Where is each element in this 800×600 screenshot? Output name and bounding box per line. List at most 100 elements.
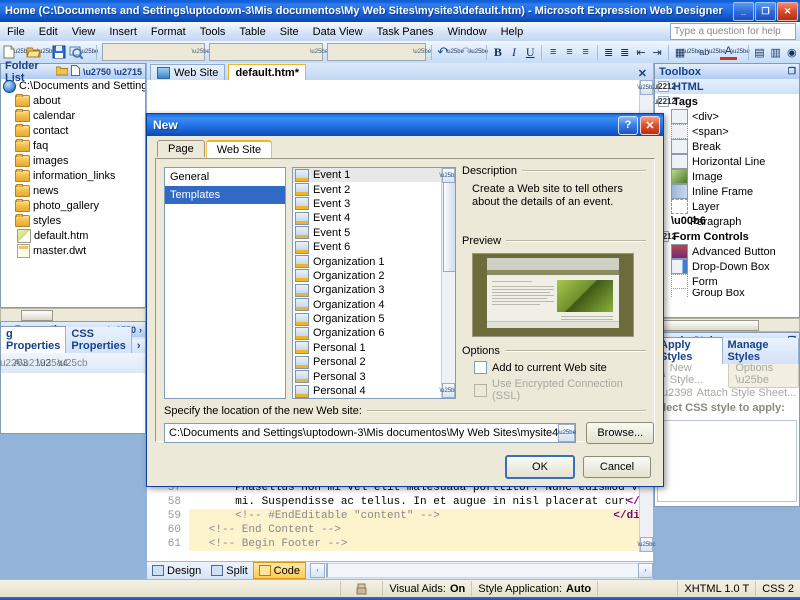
cancel-button[interactable]: Cancel — [583, 456, 651, 478]
template-item[interactable]: Organization 5 — [293, 312, 455, 326]
split-view-button[interactable]: Split — [206, 563, 252, 578]
folder-root-row[interactable]: C:\Documents and Settings\uptodow — [1, 79, 145, 93]
new-folder-icon[interactable] — [55, 66, 69, 78]
scroll-thumb[interactable] — [21, 309, 53, 321]
folder-item-contact[interactable]: contact — [1, 123, 145, 138]
more-tools-icon[interactable]: ◉ — [784, 44, 800, 61]
preview-dropdown-icon[interactable]: \u25be — [80, 44, 98, 61]
menu-item-edit[interactable]: Edit — [32, 24, 65, 40]
close-tab-icon[interactable]: ✕ — [638, 67, 653, 80]
option-add-to-current-site[interactable]: Add to current Web site — [474, 361, 646, 374]
bold-button[interactable]: B — [490, 44, 506, 61]
insert-layer-icon[interactable]: ▥ — [768, 44, 784, 61]
checkbox[interactable] — [474, 361, 487, 374]
restore-icon[interactable]: ❐ — [755, 1, 776, 21]
toolbox-item-layer[interactable]: Layer — [655, 199, 799, 214]
scroll-track[interactable] — [324, 563, 638, 578]
minimize-icon[interactable]: _ — [733, 1, 754, 21]
save-icon[interactable] — [52, 44, 67, 61]
toolbox-item-form[interactable]: Form — [655, 274, 799, 289]
scroll-thumb[interactable] — [325, 563, 328, 577]
toolbox-hscrollbar[interactable] — [654, 318, 800, 332]
menu-item-tools[interactable]: Tools — [193, 24, 233, 40]
category-item-general[interactable]: General — [165, 168, 285, 186]
toolbox-item-image[interactable]: Image — [655, 169, 799, 184]
template-item[interactable]: Personal 4 — [293, 384, 455, 398]
menu-item-insert[interactable]: Insert — [102, 24, 144, 40]
template-item[interactable]: Personal 1 — [293, 341, 455, 355]
tab-apply-styles[interactable]: Apply Styles — [655, 337, 723, 364]
align-left-icon[interactable]: ≡ — [545, 44, 561, 61]
menu-item-task-panes[interactable]: Task Panes — [370, 24, 441, 40]
toolbox-item-dropdown-box[interactable]: Drop-Down Box — [655, 259, 799, 274]
scroll-up-icon[interactable]: \u25b2 — [439, 168, 455, 183]
new-page-dropdown-icon[interactable]: \u25be — [12, 44, 30, 61]
toolbox-item-paragraph[interactable]: \u00b6 Paragraph — [655, 214, 799, 229]
new-page-icon[interactable] — [70, 65, 80, 78]
folder-item-news[interactable]: news — [1, 183, 145, 198]
open-folder-icon[interactable] — [26, 44, 42, 61]
template-list[interactable]: Event 1 Event 2 Event 3 Event 4 Event 5 … — [292, 167, 456, 399]
menu-item-file[interactable]: File — [0, 24, 32, 40]
tab-web-site[interactable]: Web Site — [150, 64, 226, 80]
menu-item-site[interactable]: Site — [273, 24, 306, 40]
font-color-dropdown-icon[interactable]: \u25be — [731, 44, 749, 61]
close-icon[interactable]: ✕ — [640, 115, 660, 135]
scroll-thumb[interactable] — [443, 182, 455, 272]
toolbox-section-html[interactable]: \u2212 HTML — [655, 79, 799, 94]
font-size-combo[interactable]: \u25be — [326, 43, 431, 61]
toolbox-item-break[interactable]: Break — [655, 139, 799, 154]
toolbox-item-horizontal-line[interactable]: Horizontal Line — [655, 154, 799, 169]
collapse-icon[interactable]: \u2212 — [655, 81, 676, 92]
template-item[interactable]: Event 1 — [293, 168, 455, 183]
template-item[interactable]: Organization 4 — [293, 298, 455, 312]
open-dropdown-icon[interactable]: \u25be — [37, 44, 55, 61]
menu-item-format[interactable]: Format — [144, 24, 193, 40]
tab-manage-styles[interactable]: Manage Styles — [722, 338, 799, 364]
underline-button[interactable]: U — [522, 44, 538, 61]
new-page-icon[interactable] — [1, 44, 16, 61]
menu-item-data-view[interactable]: Data View — [306, 24, 370, 40]
menu-item-table[interactable]: Table — [232, 24, 272, 40]
scroll-right-icon[interactable]: › — [638, 563, 653, 578]
toolbox-item-advanced-button[interactable]: Advanced Button — [655, 244, 799, 259]
scroll-thumb[interactable] — [657, 319, 759, 331]
location-input[interactable]: C:\Documents and Settings\uptodown-3\Mis… — [164, 423, 577, 443]
style-combo[interactable]: \u25be — [101, 43, 210, 61]
insert-table-icon[interactable]: ▤ — [751, 44, 767, 61]
toolbox-group-form-controls[interactable]: \u2212 Form Controls — [655, 229, 799, 244]
menu-item-help[interactable]: Help — [494, 24, 531, 40]
help-icon[interactable]: \u25cb — [57, 356, 87, 370]
tab-page[interactable]: Page — [157, 140, 205, 157]
align-center-icon[interactable]: ≡ — [561, 44, 577, 61]
folder-item-images[interactable]: images — [1, 153, 145, 168]
numbered-list-icon[interactable]: ≣ — [601, 44, 617, 61]
code-view-button[interactable]: Code — [252, 562, 306, 579]
template-item[interactable]: Event 5 — [293, 226, 455, 240]
template-item[interactable]: Personal 2 — [293, 355, 455, 369]
toolbox-group-tags[interactable]: \u2212 Tags — [655, 94, 799, 109]
toolbox-item-group-box[interactable]: Group Box — [655, 289, 799, 297]
help-icon[interactable]: ? — [618, 115, 638, 135]
category-list[interactable]: General Templates — [164, 167, 286, 399]
bulleted-list-icon[interactable]: ≣ — [617, 44, 633, 61]
template-item[interactable]: Event 2 — [293, 182, 455, 197]
folder-item-photo-gallery[interactable]: photo_gallery — [1, 198, 145, 213]
design-view-button[interactable]: Design — [147, 563, 206, 578]
scroll-down-icon[interactable]: \u25bc — [440, 383, 455, 398]
folder-item-calendar[interactable]: calendar — [1, 108, 145, 123]
editor-hscrollbar[interactable]: ‹ › — [309, 563, 653, 578]
tab-default-htm[interactable]: default.htm* — [228, 64, 306, 80]
align-right-icon[interactable]: ≡ — [577, 44, 593, 61]
borders-dropdown-icon[interactable]: \u25be — [683, 44, 701, 61]
help-search-input[interactable]: Type a question for help — [670, 23, 796, 40]
folder-item-default-htm[interactable]: default.htm — [1, 228, 145, 243]
maximize-icon[interactable]: \u2750 — [83, 67, 111, 77]
decrease-indent-icon[interactable]: ⇤ — [633, 44, 649, 61]
increase-indent-icon[interactable]: ⇥ — [649, 44, 665, 61]
template-item[interactable]: Event 4 — [293, 211, 455, 225]
italic-button[interactable]: I — [506, 44, 522, 61]
template-item[interactable]: Organization 6 — [293, 326, 455, 340]
scroll-down-icon[interactable]: \u25bc — [638, 537, 656, 552]
tab-web-site[interactable]: Web Site — [205, 140, 273, 158]
